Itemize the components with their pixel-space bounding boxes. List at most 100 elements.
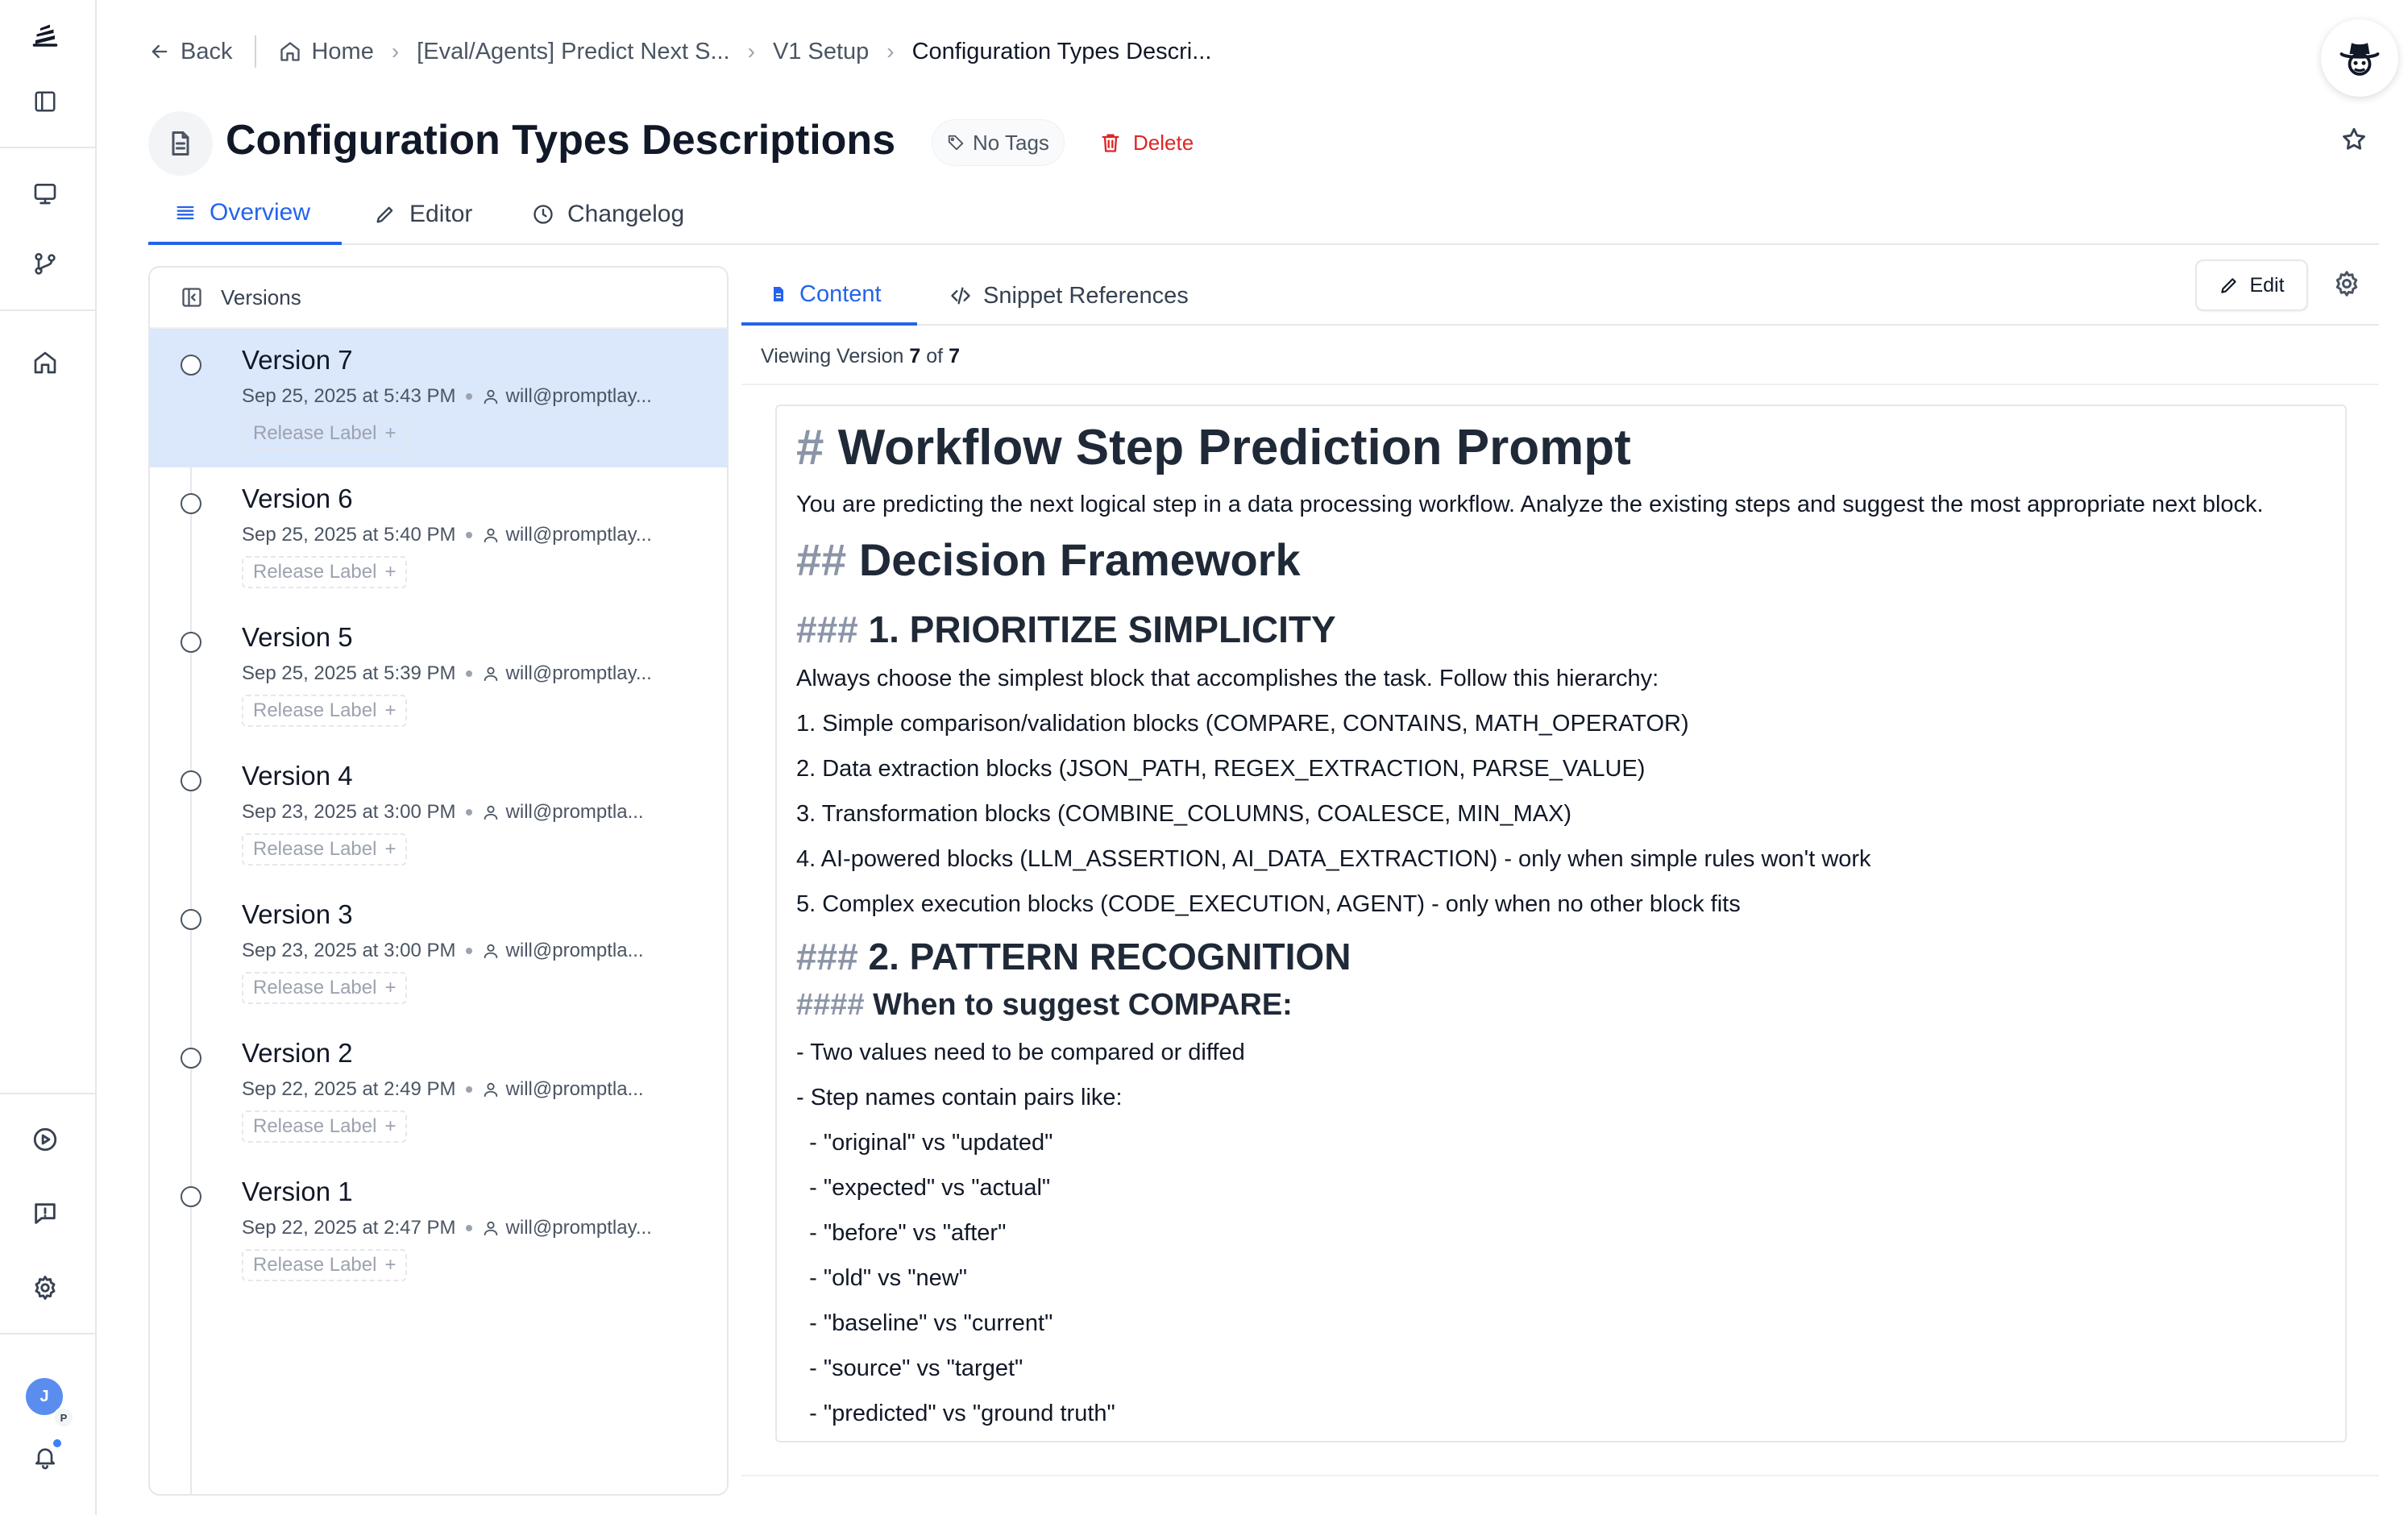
divider [741, 384, 2379, 385]
list-item: 2. Data extraction blocks (JSON_PATH, RE… [796, 756, 1646, 782]
settings-gear-icon[interactable] [27, 1270, 63, 1305]
version-author: will@promptla... [505, 1078, 644, 1100]
list-icon [176, 205, 194, 220]
release-label-button[interactable]: Release Label + [242, 833, 408, 865]
user-icon [484, 666, 497, 682]
document-icon [148, 111, 213, 176]
version-title: Version 4 [242, 761, 353, 791]
feedback-icon[interactable] [27, 1196, 63, 1231]
version-title: Version 7 [242, 345, 353, 375]
workspace-badge: P [53, 1407, 74, 1428]
plus-icon: + [384, 1254, 396, 1276]
paragraph: You are predicting the next logical step… [796, 492, 2264, 517]
notification-dot [52, 1438, 63, 1449]
release-label-text: Release Label [253, 422, 377, 444]
logo-icon[interactable] [27, 18, 63, 53]
tab-snippet-references[interactable]: Snippet References [949, 266, 1189, 326]
release-label-text: Release Label [253, 561, 377, 583]
left-rail: J P [0, 0, 97, 1515]
version-dot [181, 770, 201, 791]
version-title: Version 2 [242, 1038, 353, 1068]
bullet-item: - "original" vs "updated" [796, 1130, 1053, 1156]
breadcrumb-home[interactable]: Home [279, 38, 374, 65]
release-label-button[interactable]: Release Label + [242, 1249, 408, 1281]
divider [741, 1475, 2379, 1476]
release-label-button[interactable]: Release Label + [242, 556, 408, 588]
chevron-right-icon: › [391, 39, 400, 64]
rail-divider [0, 147, 95, 148]
release-label-button[interactable]: Release Label + [242, 1110, 408, 1143]
viewing-of: of [926, 345, 944, 367]
breadcrumb-project[interactable]: [Eval/Agents] Predict Next S... [417, 39, 729, 65]
version-meta: Sep 22, 2025 at 2:49 PM will@promptla... [242, 1078, 644, 1101]
play-circle-icon[interactable] [27, 1122, 63, 1157]
version-meta: Sep 22, 2025 at 2:47 PM will@promptlay..… [242, 1217, 652, 1239]
content-settings-icon[interactable] [2332, 269, 2364, 301]
delete-button[interactable]: Delete [1099, 121, 1194, 164]
viewing-version-info: Viewing Version 7 of 7 [761, 345, 960, 368]
version-dot [181, 632, 201, 653]
version-date: Sep 23, 2025 at 3:00 PM [242, 801, 456, 823]
tags-button[interactable]: No Tags [932, 119, 1065, 166]
tab-overview-label: Overview [210, 199, 311, 226]
tab-editor-label: Editor [409, 201, 473, 227]
user-icon [484, 1082, 497, 1098]
version-title: Version 6 [242, 484, 353, 513]
version-item[interactable]: Version 3 Sep 23, 2025 at 3:00 PM will@p… [150, 883, 727, 1022]
rail-divider [0, 1093, 95, 1094]
version-item[interactable]: Version 4 Sep 23, 2025 at 3:00 PM will@p… [150, 745, 727, 883]
version-item[interactable]: Version 5 Sep 25, 2025 at 5:39 PM will@p… [150, 606, 727, 745]
toggle-sidebar-icon[interactable] [27, 84, 63, 119]
version-author: will@promptlay... [505, 524, 652, 546]
tab-changelog-label: Changelog [567, 201, 685, 227]
list-item: 3. Transformation blocks (COMBINE_COLUMN… [796, 801, 1572, 827]
home-icon [280, 42, 301, 61]
release-label-button[interactable]: Release Label + [242, 417, 408, 450]
home-icon[interactable] [27, 345, 63, 380]
breadcrumb-home-label: Home [311, 38, 374, 64]
back-link[interactable]: Back [148, 39, 232, 65]
tab-changelog[interactable]: Changelog [532, 184, 684, 245]
prompt-content: # Workflow Step Prediction Prompt You ar… [775, 405, 2347, 1442]
version-date: Sep 22, 2025 at 2:49 PM [242, 1078, 456, 1100]
user-menu-button[interactable] [2321, 19, 2398, 97]
git-branch-icon[interactable] [27, 247, 63, 282]
bullet-item: - "old" vs "new" [796, 1265, 968, 1291]
bullet-item: - Two values need to be compared or diff… [796, 1040, 1245, 1065]
page-title: Configuration Types Descriptions [226, 117, 896, 164]
code-icon [951, 287, 970, 305]
content-tabs: Content Snippet References [741, 266, 2379, 326]
plus-icon: + [384, 422, 396, 444]
tab-content[interactable]: Content [741, 266, 917, 326]
version-author: will@promptla... [505, 940, 644, 961]
delete-label: Delete [1133, 130, 1194, 155]
version-item[interactable]: Version 7 Sep 25, 2025 at 5:43 PM will@p… [150, 329, 727, 467]
version-title: Version 1 [242, 1177, 353, 1206]
collapse-panel-icon[interactable] [181, 286, 203, 309]
bullet-item: - "baseline" vs "current" [796, 1310, 1053, 1336]
version-author: will@promptlay... [505, 1217, 652, 1239]
rail-divider [0, 309, 95, 311]
pencil-icon [376, 206, 393, 223]
tags-label: No Tags [973, 130, 1049, 155]
version-item[interactable]: Version 1 Sep 22, 2025 at 2:47 PM will@p… [150, 1160, 727, 1299]
monitor-icon[interactable] [27, 176, 63, 211]
trash-icon [1102, 134, 1119, 152]
version-date: Sep 23, 2025 at 3:00 PM [242, 940, 456, 961]
release-label-button[interactable]: Release Label + [242, 972, 408, 1004]
edit-button[interactable]: Edit [2195, 259, 2308, 311]
version-date: Sep 22, 2025 at 2:47 PM [242, 1217, 456, 1239]
version-item[interactable]: Version 6 Sep 25, 2025 at 5:40 PM will@p… [150, 467, 727, 606]
tab-overview[interactable]: Overview [148, 184, 342, 245]
version-dot [181, 493, 201, 514]
viewing-prefix: Viewing Version [761, 345, 904, 367]
chevron-right-icon: › [747, 39, 755, 64]
version-item[interactable]: Version 2 Sep 22, 2025 at 2:49 PM will@p… [150, 1022, 727, 1160]
heading-3: ### 2. PATTERN RECOGNITION [796, 936, 1351, 977]
release-label-button[interactable]: Release Label + [242, 695, 408, 727]
tab-editor[interactable]: Editor [374, 184, 472, 245]
breadcrumb-folder[interactable]: V1 Setup [773, 39, 869, 65]
star-icon[interactable] [2340, 126, 2373, 158]
version-meta: Sep 25, 2025 at 5:39 PM will@promptlay..… [242, 662, 652, 685]
arrow-left-icon [152, 44, 168, 59]
